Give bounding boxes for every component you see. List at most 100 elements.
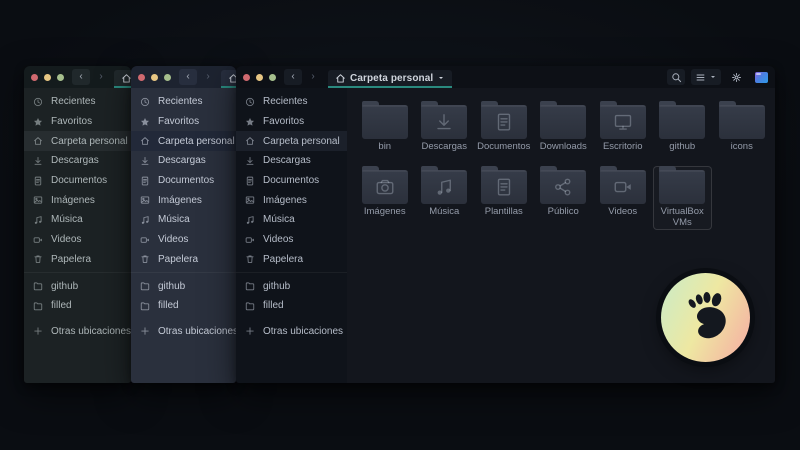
minimize-button[interactable] bbox=[44, 74, 51, 81]
sidebar-separator bbox=[131, 272, 236, 273]
sidebar-item[interactable]: Documentos bbox=[131, 171, 236, 191]
folder-item[interactable]: github bbox=[653, 101, 713, 165]
maximize-button[interactable] bbox=[269, 74, 276, 81]
folder-item[interactable]: VirtualBox VMs bbox=[653, 166, 713, 230]
sidebar-item[interactable]: Videos bbox=[24, 230, 131, 250]
maximize-button[interactable] bbox=[57, 74, 64, 81]
folder-item[interactable]: bin bbox=[355, 101, 415, 165]
sidebar-item[interactable]: Carpeta personal bbox=[131, 131, 236, 151]
sidebar-bookmark[interactable]: filled bbox=[24, 296, 131, 316]
forward-button[interactable]: › bbox=[199, 69, 217, 85]
sidebar-item[interactable]: Imágenes bbox=[131, 190, 236, 210]
sidebar-item-label: Carpeta personal bbox=[51, 136, 128, 147]
sidebar-item-label: Descargas bbox=[158, 155, 206, 166]
sidebar-item[interactable]: Imágenes bbox=[24, 190, 131, 210]
folder-icon bbox=[140, 281, 150, 291]
folder-item[interactable]: Descargas bbox=[415, 101, 475, 165]
sidebar-item-label: Descargas bbox=[263, 155, 311, 166]
sidebar-item[interactable]: Documentos bbox=[236, 171, 347, 191]
video-icon bbox=[245, 235, 255, 245]
close-button[interactable] bbox=[243, 74, 250, 81]
folder-label: Escritorio bbox=[603, 142, 643, 153]
folder-item[interactable]: Público bbox=[534, 166, 594, 230]
sidebar-item-label: Documentos bbox=[263, 175, 319, 186]
music-icon bbox=[245, 215, 255, 225]
home-tab-button[interactable] bbox=[114, 70, 131, 88]
sidebar-item[interactable]: Imágenes bbox=[236, 190, 347, 210]
sidebar-item[interactable]: Videos bbox=[131, 230, 236, 250]
clock-icon bbox=[245, 97, 255, 107]
folder-item[interactable]: Música bbox=[415, 166, 475, 230]
sidebar-bookmark[interactable]: filled bbox=[131, 296, 236, 316]
sidebar-item[interactable]: Música bbox=[131, 210, 236, 230]
folder-icon bbox=[245, 301, 255, 311]
sidebar-bookmark[interactable]: github bbox=[236, 276, 347, 296]
sidebar-item[interactable]: Papelera bbox=[131, 250, 236, 270]
close-button[interactable] bbox=[138, 74, 145, 81]
folder-item[interactable]: Imágenes bbox=[355, 166, 415, 230]
sidebar-item-label: github bbox=[263, 281, 290, 292]
sidebar-item[interactable]: Descargas bbox=[131, 151, 236, 171]
sidebar-item[interactable]: Favoritos bbox=[236, 112, 347, 132]
sidebar-item[interactable]: Descargas bbox=[236, 151, 347, 171]
folder-item[interactable]: Downloads bbox=[534, 101, 594, 165]
sidebar-item[interactable]: Carpeta personal bbox=[24, 131, 131, 151]
sidebar-item-other-locations[interactable]: Otras ubicaciones bbox=[131, 322, 236, 342]
current-location-button[interactable]: Carpeta personal bbox=[328, 70, 452, 88]
back-button[interactable]: ‹ bbox=[284, 69, 302, 85]
video-icon bbox=[140, 235, 150, 245]
foot-icon bbox=[673, 285, 737, 349]
folder-label: bin bbox=[378, 142, 391, 153]
sidebar-bookmark[interactable]: github bbox=[24, 276, 131, 296]
folder-icon bbox=[33, 301, 43, 311]
sidebar-item[interactable]: Favoritos bbox=[24, 112, 131, 132]
minimize-button[interactable] bbox=[151, 74, 158, 81]
sidebar-item-label: Recientes bbox=[51, 96, 95, 107]
sidebar-item[interactable]: Carpeta personal bbox=[236, 131, 347, 151]
sidebar-item[interactable]: Música bbox=[24, 210, 131, 230]
sidebar-item[interactable]: Recientes bbox=[131, 92, 236, 112]
home-tab-button[interactable] bbox=[221, 70, 236, 88]
sidebar-item-label: Videos bbox=[158, 234, 188, 245]
trash-icon bbox=[33, 254, 43, 264]
folder-item[interactable]: Plantillas bbox=[474, 166, 534, 230]
sidebar-item[interactable]: Papelera bbox=[24, 250, 131, 270]
folder-icon bbox=[481, 105, 527, 139]
sidebar-item-label: Documentos bbox=[51, 175, 107, 186]
folder-icon bbox=[481, 170, 527, 204]
sidebar-item-label: Recientes bbox=[158, 96, 202, 107]
folder-item[interactable]: Videos bbox=[593, 166, 653, 230]
sidebar-item[interactable]: Recientes bbox=[236, 92, 347, 112]
folder-label: Documentos bbox=[477, 142, 530, 153]
back-button[interactable]: ‹ bbox=[179, 69, 197, 85]
forward-button[interactable]: › bbox=[304, 69, 322, 85]
forward-button[interactable]: › bbox=[92, 69, 110, 85]
back-button[interactable]: ‹ bbox=[72, 69, 90, 85]
sidebar-item[interactable]: Documentos bbox=[24, 171, 131, 191]
menu-button[interactable] bbox=[727, 69, 745, 85]
home-icon bbox=[335, 73, 346, 84]
folder-item[interactable]: Documentos bbox=[474, 101, 534, 165]
sidebar-item[interactable]: Recientes bbox=[24, 92, 131, 112]
sidebar-item[interactable]: Videos bbox=[236, 230, 347, 250]
camera-icon bbox=[375, 177, 395, 197]
files-window-1: ‹ › Recientes Favoritos Carpeta personal bbox=[24, 66, 131, 383]
sidebar-item-other-locations[interactable]: Otras ubicaciones bbox=[24, 322, 131, 342]
sidebar-item[interactable]: Favoritos bbox=[131, 112, 236, 132]
folder-item[interactable]: Escritorio bbox=[593, 101, 653, 165]
sidebar-item-other-locations[interactable]: Otras ubicaciones bbox=[236, 322, 347, 342]
minimize-button[interactable] bbox=[256, 74, 263, 81]
view-options-button[interactable] bbox=[691, 69, 721, 85]
sidebar-item-label: Videos bbox=[263, 234, 293, 245]
sidebar-bookmark[interactable]: filled bbox=[236, 296, 347, 316]
files-app-icon[interactable] bbox=[755, 72, 768, 83]
close-button[interactable] bbox=[31, 74, 38, 81]
search-button[interactable] bbox=[667, 69, 685, 85]
folder-item[interactable]: icons bbox=[712, 101, 772, 165]
sidebar-item[interactable]: Música bbox=[236, 210, 347, 230]
sidebar-item[interactable]: Papelera bbox=[236, 250, 347, 270]
sidebar-item-label: Otras ubicaciones bbox=[263, 326, 343, 337]
sidebar-item[interactable]: Descargas bbox=[24, 151, 131, 171]
sidebar-bookmark[interactable]: github bbox=[131, 276, 236, 296]
maximize-button[interactable] bbox=[164, 74, 171, 81]
